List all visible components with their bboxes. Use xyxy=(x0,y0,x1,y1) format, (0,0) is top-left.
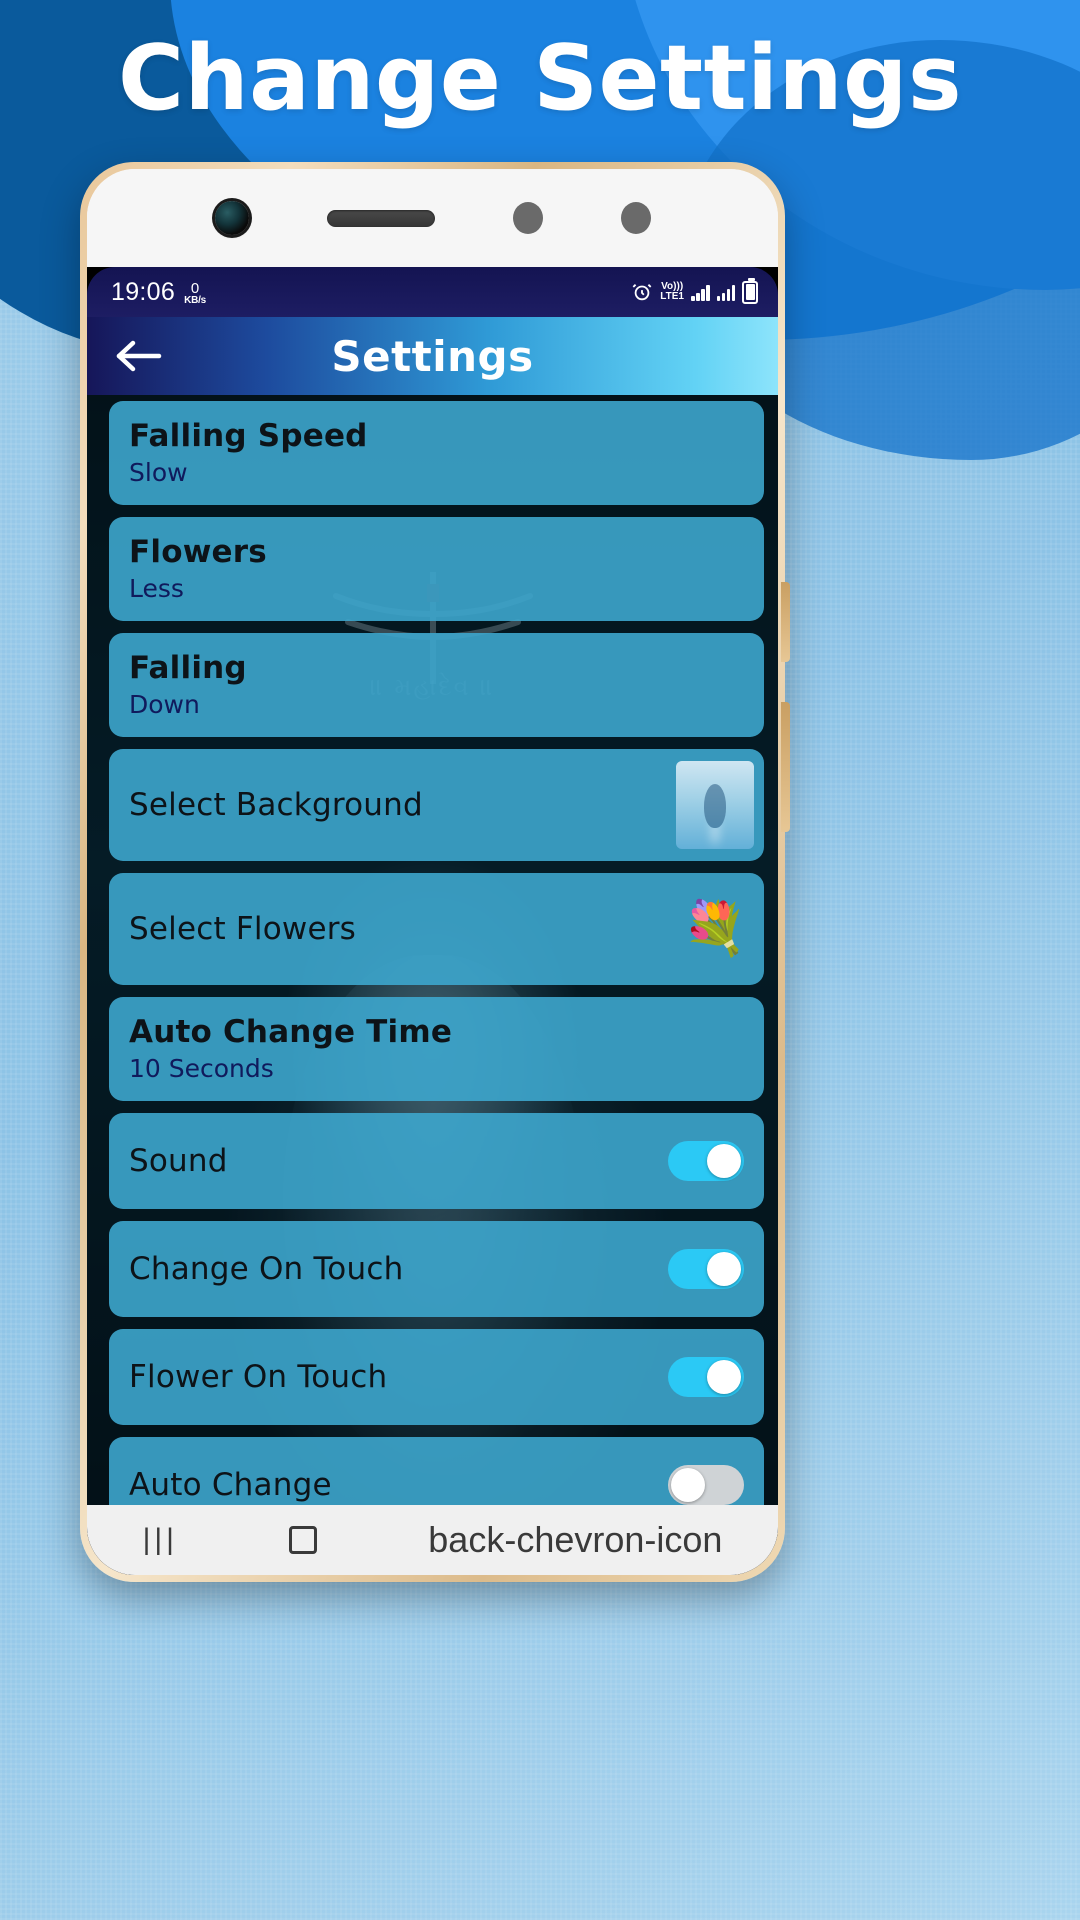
settings-row[interactable]: Falling Speed Slow xyxy=(109,401,764,505)
settings-row-title: Change On Touch xyxy=(129,1250,404,1287)
settings-row-texts: Select Background xyxy=(129,788,423,822)
settings-row-texts: Auto Change xyxy=(129,1468,332,1502)
status-bar-left: 19:06 0 KB/s xyxy=(111,278,206,307)
front-camera-icon xyxy=(214,201,249,235)
phone-mockup: 19:06 0 KB/s Vo))) LTE1 Settings Falling… xyxy=(80,162,790,1582)
settings-row-title: Select Flowers xyxy=(129,910,357,947)
volte-indicator: Vo))) LTE1 xyxy=(660,281,684,303)
network-speed-indicator: 0 KB/s xyxy=(184,278,206,306)
settings-row-title: Auto Change xyxy=(129,1466,332,1503)
app-screen: 19:06 0 KB/s Vo))) LTE1 Settings Falling… xyxy=(87,267,778,1575)
promo-title: Change Settings xyxy=(117,26,963,131)
alarm-clock-icon xyxy=(631,281,653,303)
settings-row[interactable]: Auto Change Time 10 Seconds xyxy=(109,997,764,1101)
volte-bottom-label: LTE1 xyxy=(660,291,684,302)
settings-row[interactable]: Select Background xyxy=(109,749,764,861)
settings-row[interactable]: Falling Down xyxy=(109,633,764,737)
toggle-switch[interactable] xyxy=(668,1141,744,1181)
settings-row-value: Slow xyxy=(129,458,188,488)
flowers-preview-thumbnail[interactable]: 💐 xyxy=(676,885,754,973)
toggle-switch[interactable] xyxy=(668,1357,744,1397)
back-arrow-icon[interactable] xyxy=(111,336,173,376)
settings-row-title: Auto Change Time xyxy=(129,1014,453,1051)
settings-row-value: Down xyxy=(129,690,200,720)
settings-row[interactable]: Change On Touch xyxy=(109,1221,764,1317)
toggle-knob xyxy=(707,1144,741,1178)
settings-row-texts: Flowers Less xyxy=(129,535,267,603)
settings-row-title: Flowers xyxy=(129,534,267,571)
settings-row-texts: Select Flowers xyxy=(129,912,356,946)
settings-list: Falling Speed Slow Flowers Less Falling Down S… xyxy=(87,395,778,1575)
settings-row-texts: Change On Touch xyxy=(129,1252,403,1286)
phone-volume-button xyxy=(781,702,790,832)
proximity-sensor-icon xyxy=(512,202,543,234)
settings-row[interactable]: Select Flowers 💐 xyxy=(109,873,764,985)
status-bar-right: Vo))) LTE1 xyxy=(631,277,758,304)
settings-row-texts: Auto Change Time 10 Seconds xyxy=(129,1015,452,1083)
phone-screen-area: 19:06 0 KB/s Vo))) LTE1 Settings Falling… xyxy=(87,169,778,1575)
toggle-knob xyxy=(671,1468,705,1502)
settings-row-title: Sound xyxy=(129,1142,228,1179)
network-speed-unit: KB/s xyxy=(184,294,207,306)
light-sensor-icon xyxy=(620,202,651,234)
settings-row-texts: Falling Speed Slow xyxy=(129,419,368,487)
background-preview-thumbnail[interactable] xyxy=(676,761,754,849)
settings-row-title: Select Background xyxy=(129,786,423,823)
toggle-knob xyxy=(707,1252,741,1286)
network-speed-value: 0 xyxy=(190,279,200,297)
back-chevron-icon[interactable]: back-chevron-icon xyxy=(428,1522,722,1558)
settings-row-value: 10 Seconds xyxy=(129,1054,274,1084)
settings-content: ॥ મહાદેવ ॥ Falling SpeedSlowFlowersLessF… xyxy=(87,395,778,1575)
home-square-icon[interactable] xyxy=(289,1526,318,1554)
status-bar: 19:06 0 KB/s Vo))) LTE1 xyxy=(87,267,778,317)
recent-apps-icon[interactable]: ||| xyxy=(143,1523,178,1557)
settings-row-texts: Flower On Touch xyxy=(129,1360,387,1394)
settings-row-title: Falling Speed xyxy=(129,418,368,455)
settings-row[interactable]: Flower On Touch xyxy=(109,1329,764,1425)
android-navigation-bar: ||| back-chevron-icon xyxy=(87,1505,778,1575)
phone-top-bezel xyxy=(87,169,778,267)
settings-row-title: Falling xyxy=(129,650,247,687)
toggle-switch[interactable] xyxy=(668,1465,744,1505)
signal-bars-icon-2 xyxy=(716,284,735,301)
app-bar: Settings xyxy=(87,317,778,395)
phone-power-button xyxy=(781,582,790,662)
page-title: Settings xyxy=(331,331,534,381)
settings-row-texts: Falling Down xyxy=(129,651,247,719)
settings-row-title: Flower On Touch xyxy=(129,1358,388,1395)
settings-row-value: Less xyxy=(129,574,184,604)
toggle-knob xyxy=(707,1360,741,1394)
settings-row-texts: Sound xyxy=(129,1144,228,1178)
signal-bars-icon xyxy=(691,284,710,301)
settings-row[interactable]: Sound xyxy=(109,1113,764,1209)
settings-row[interactable]: Flowers Less xyxy=(109,517,764,621)
status-time: 19:06 xyxy=(111,277,176,306)
earpiece-speaker-icon xyxy=(326,209,435,227)
toggle-switch[interactable] xyxy=(668,1249,744,1289)
battery-full-icon xyxy=(742,277,758,304)
